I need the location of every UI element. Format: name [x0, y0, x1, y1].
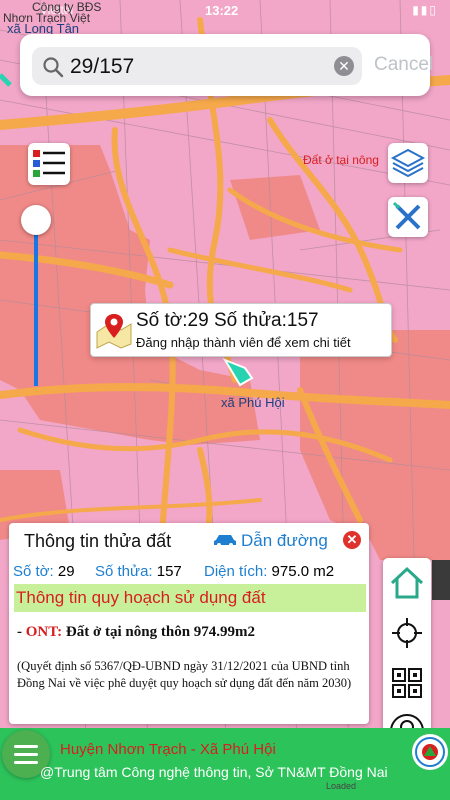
popup-login-hint[interactable]: Đăng nhập thành viên để xem chi tiết [136, 335, 351, 350]
measure-tools-icon [392, 201, 421, 230]
map-label-commune: xã Phú Hội [221, 395, 285, 410]
parcel-label: Số thửa: [95, 563, 153, 580]
area-label: Diện tích: [204, 563, 268, 580]
decision-text: (Quyết định số 5367/QĐ-UBND ngày 31/12/2… [17, 659, 352, 690]
area-row: Diện tích: 975.0 m2 [204, 563, 334, 580]
search-input[interactable] [68, 51, 312, 83]
parcel-number-row: Số thửa: 157 [95, 563, 182, 580]
sheet-number-row: Số tờ: 29 [13, 563, 75, 580]
footer-loaded-status: Loaded [326, 781, 357, 791]
agency-logo [412, 734, 448, 770]
layers-icon [390, 148, 426, 178]
popup-title: Số tờ:29 Số thửa:157 [136, 310, 319, 331]
search-field: ✕ [32, 47, 362, 85]
right-toolbar [383, 558, 431, 756]
search-icon [43, 57, 64, 78]
directions-button[interactable]: Dẫn đường [213, 531, 328, 551]
zoning-line: - ONT: Đất ở tại nông thôn 974.99m2 [17, 624, 255, 641]
cancel-button[interactable]: Cancel [374, 54, 433, 76]
opacity-slider-track[interactable] [34, 226, 38, 386]
sheet-label: Số tờ: [13, 563, 54, 580]
footer-credit: @Trung tâm Công nghệ thông tin, Sở TN&MT… [40, 764, 388, 780]
sheet-value: 29 [57, 563, 75, 580]
zone-code: ONT: [25, 624, 63, 640]
zone-description: Đất ở tại nông thôn 974.99m2 [62, 624, 256, 640]
parcel-info-panel: Thông tin thửa đất Dẫn đường ✕ Số tờ: 29… [9, 523, 369, 724]
close-icon[interactable]: ✕ [343, 531, 361, 549]
footer-location: Huyện Nhơn Trạch - Xã Phú Hội [60, 741, 276, 758]
clock: 13:22 [205, 3, 239, 18]
parcel-popup[interactable]: Số tờ:29 Số thửa:157 Đăng nhập thành viê… [90, 303, 392, 357]
car-icon [214, 535, 236, 547]
battery-icon: ▮▮▯ [412, 3, 438, 17]
measure-tools-button[interactable] [388, 197, 428, 237]
opacity-slider-handle[interactable] [21, 205, 51, 235]
area-value: 975.0 m2 [271, 563, 335, 580]
clear-icon[interactable]: ✕ [334, 56, 354, 76]
panel-title: Thông tin thửa đất [24, 531, 172, 551]
planning-header: Thông tin quy hoạch sử dụng đất [14, 584, 366, 612]
locate-icon[interactable] [388, 614, 426, 652]
directions-label: Dẫn đường [241, 531, 328, 550]
search-bar: ✕ Cancel [20, 34, 433, 96]
parcel-value: 157 [156, 563, 182, 580]
map-pin-icon [96, 314, 132, 349]
layers-button[interactable] [388, 143, 428, 183]
map-label-land-type: Đất ở tại nông [303, 153, 379, 167]
home-icon[interactable] [388, 564, 426, 602]
qr-code-icon[interactable] [388, 664, 426, 702]
layer-list-icon[interactable] [28, 143, 70, 185]
zone-prefix: - [17, 624, 26, 640]
